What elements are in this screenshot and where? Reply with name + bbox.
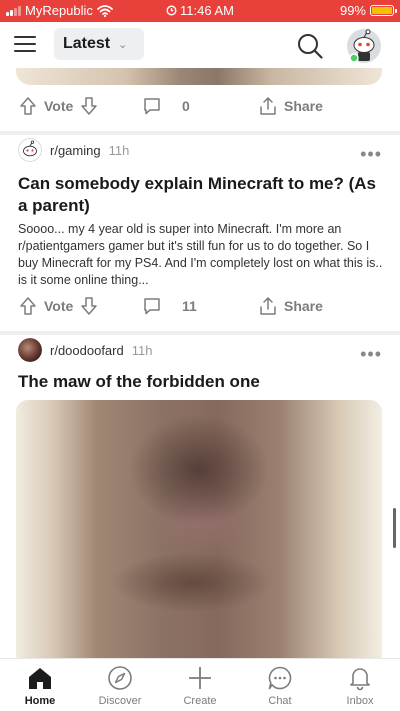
search-icon[interactable] [296, 32, 324, 60]
bell-icon [350, 668, 370, 691]
vote-control[interactable]: Vote [18, 296, 99, 316]
post-age: 11h [131, 342, 153, 358]
post-meta: r/doodoofard 11h [18, 338, 152, 362]
subreddit-avatar[interactable] [18, 138, 42, 162]
tab-chat[interactable]: Chat [240, 665, 320, 707]
scroll-indicator [393, 508, 396, 548]
feed-sort-dropdown[interactable]: Latest ⌄ [54, 28, 144, 60]
comments-button[interactable]: 11 [142, 296, 197, 316]
battery-percent: 99% [339, 3, 366, 18]
compass-icon [108, 666, 132, 690]
post-card[interactable]: r/doodoofard 11h ••• The maw of the forb… [0, 335, 400, 658]
tab-label: Inbox [346, 695, 374, 707]
vote-label: Vote [44, 98, 74, 114]
alarm-icon [166, 5, 177, 16]
tab-home[interactable]: Home [0, 665, 80, 707]
post-meta: r/gaming 11h [18, 138, 129, 162]
downvote-icon[interactable] [79, 296, 99, 316]
post-card[interactable]: r/gaming 11h ••• Can somebody explain Mi… [0, 135, 400, 331]
chevron-down-icon: ⌄ [118, 38, 128, 51]
chat-icon [268, 666, 292, 690]
user-avatar[interactable] [346, 28, 382, 64]
more-options-icon[interactable]: ••• [360, 345, 382, 363]
app-header: Latest ⌄ [0, 22, 400, 68]
downvote-icon[interactable] [79, 96, 99, 116]
subreddit-name[interactable]: r/doodoofard [50, 343, 124, 358]
post-feed[interactable]: Vote 0 Share r/gaming 11h ••• Can somebo… [0, 68, 400, 658]
post-image[interactable] [16, 68, 382, 85]
subreddit-avatar[interactable] [18, 338, 42, 362]
post-title[interactable]: Can somebody explain Minecraft to me? (A… [18, 173, 382, 217]
more-options-icon[interactable]: ••• [360, 145, 382, 163]
bottom-tab-bar: Home Discover Create Chat Inbox [0, 658, 400, 711]
post-body[interactable]: Soooo... my 4 year old is super into Min… [18, 221, 384, 289]
status-bar: MyRepublic 11:46 AM 99% [0, 0, 400, 22]
tab-create[interactable]: Create [160, 665, 240, 707]
post-card[interactable]: Vote 0 Share [0, 68, 400, 131]
post-title[interactable]: The maw of the forbidden one [18, 371, 382, 393]
tab-label: Create [183, 695, 217, 707]
post-image[interactable] [16, 400, 382, 658]
comment-count: 11 [182, 298, 197, 314]
post-actions: Vote 0 Share [0, 91, 400, 121]
vote-label: Vote [44, 298, 74, 314]
plus-icon [189, 667, 211, 689]
share-icon [260, 97, 276, 115]
hamburger-menu-icon[interactable] [14, 36, 36, 52]
upvote-icon[interactable] [18, 96, 38, 116]
subreddit-name[interactable]: r/gaming [50, 143, 101, 158]
vote-control[interactable]: Vote [18, 96, 99, 116]
post-age: 11h [108, 142, 130, 158]
home-icon [29, 668, 51, 689]
share-label: Share [284, 98, 323, 114]
share-icon [260, 297, 276, 315]
feed-sort-label: Latest [63, 35, 111, 52]
post-actions: Vote 11 Share [0, 291, 400, 321]
comment-count: 0 [182, 98, 190, 114]
tab-label: Chat [268, 695, 292, 707]
battery-status: 99% [339, 3, 397, 18]
tab-label: Home [24, 695, 56, 707]
time-text: 11:46 AM [180, 3, 234, 18]
upvote-icon[interactable] [18, 296, 38, 316]
tab-label: Discover [98, 695, 142, 707]
tab-discover[interactable]: Discover [80, 665, 160, 707]
battery-icon [370, 5, 397, 16]
comment-icon [144, 298, 160, 315]
share-label: Share [284, 298, 323, 314]
comment-icon [144, 98, 160, 115]
share-button[interactable]: Share [258, 96, 323, 116]
comments-button[interactable]: 0 [142, 96, 190, 116]
tab-inbox[interactable]: Inbox [320, 665, 400, 707]
share-button[interactable]: Share [258, 296, 323, 316]
